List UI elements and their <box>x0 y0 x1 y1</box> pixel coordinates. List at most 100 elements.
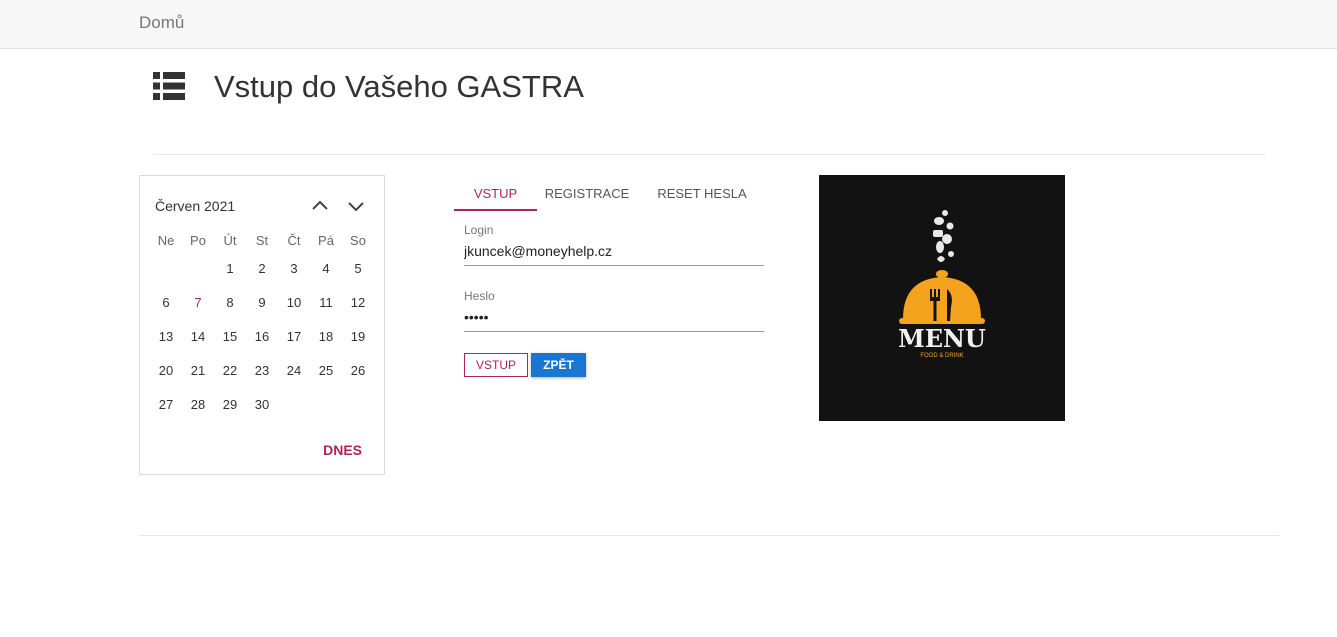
calendar-day-number: 22 <box>222 363 238 378</box>
calendar-day-number: 18 <box>318 329 334 344</box>
calendar-day-number: 5 <box>354 261 362 276</box>
calendar-week-row: 27 28 29 30 <box>150 388 376 422</box>
calendar-day[interactable]: 27 <box>150 390 182 420</box>
calendar-day[interactable]: 25 <box>310 356 342 386</box>
calendar-day[interactable]: 22 <box>214 356 246 386</box>
calendar-day[interactable]: 21 <box>182 356 214 386</box>
password-input[interactable] <box>464 309 764 331</box>
calendar-empty-cell <box>182 254 214 284</box>
calendar-weekday-label: So <box>350 233 366 248</box>
page-title: Vstup do Vašeho GASTRA <box>214 69 584 104</box>
calendar-day-number: 19 <box>350 329 366 344</box>
calendar-day[interactable]: 17 <box>278 322 310 352</box>
calendar-day-number: 3 <box>290 261 298 276</box>
nav-home-link[interactable]: Domů <box>139 13 184 33</box>
calendar-weekday-label: Pá <box>318 233 334 248</box>
auth-tabs: VSTUP REGISTRACE RESET HESLA <box>454 176 767 211</box>
calendar-weekday-label: St <box>255 233 269 248</box>
navbar: Domů <box>0 0 1337 49</box>
calendar-day[interactable]: 3 <box>278 254 310 284</box>
calendar-day-number: 2 <box>258 261 266 276</box>
calendar-day[interactable]: 30 <box>246 390 278 420</box>
calendar-day[interactable]: 16 <box>246 322 278 352</box>
calendar-day-number: 24 <box>286 363 302 378</box>
submit-button[interactable]: VSTUP <box>464 353 528 377</box>
calendar-day-number: 14 <box>190 329 206 344</box>
calendar-day[interactable]: 20 <box>150 356 182 386</box>
calendar-day-number: 17 <box>286 329 302 344</box>
tab-registrace[interactable]: REGISTRACE <box>537 176 637 211</box>
tab-vstup[interactable]: VSTUP <box>454 176 537 211</box>
calendar-day[interactable]: 18 <box>310 322 342 352</box>
calendar-day[interactable]: 10 <box>278 288 310 318</box>
calendar-day[interactable]: 13 <box>150 322 182 352</box>
calendar-day[interactable]: 29 <box>214 390 246 420</box>
calendar-day[interactable]: 2 <box>246 254 278 284</box>
calendar-day-number: 11 <box>319 295 333 310</box>
menu-logo-graphic: MENU FOOD & DRINK <box>898 210 986 359</box>
menu-logo-image: MENU FOOD & DRINK <box>819 175 1065 421</box>
calendar-day-number: 8 <box>226 295 234 310</box>
password-field: Heslo <box>464 289 764 332</box>
chevron-up-icon[interactable] <box>308 194 332 218</box>
calendar-day[interactable]: 8 <box>214 288 246 318</box>
calendar-day[interactable]: 23 <box>246 356 278 386</box>
calendar-day[interactable]: 6 <box>150 288 182 318</box>
calendar-week-row: 20 21 22 23 24 25 26 <box>150 354 376 388</box>
password-label: Heslo <box>464 289 495 303</box>
chevron-down-icon[interactable] <box>344 194 368 218</box>
calendar-empty-cell <box>310 390 342 420</box>
calendar-day-number: 25 <box>318 363 334 378</box>
list-icon <box>153 72 185 100</box>
calendar-day-number: 16 <box>254 329 270 344</box>
calendar-day[interactable]: 12 <box>342 288 374 318</box>
calendar-grid: Ne Po Út St Čt Pá So 1 2 3 4 5 6 7 8 9 10 11 12 13 14 15 16 17 1… <box>150 230 376 422</box>
calendar-empty-cell <box>150 254 182 284</box>
calendar-weekday-label: Po <box>190 233 206 248</box>
calendar-day[interactable]: 15 <box>214 322 246 352</box>
calendar-day[interactable]: 19 <box>342 322 374 352</box>
calendar-day-number: 13 <box>158 329 174 344</box>
calendar-week-row: 13 14 15 16 17 18 19 <box>150 320 376 354</box>
calendar-week-row: 1 2 3 4 5 <box>150 252 376 286</box>
calendar-day-number: 10 <box>286 295 302 310</box>
today-button[interactable]: DNES <box>323 442 362 458</box>
calendar-empty-cell <box>278 390 310 420</box>
login-label: Login <box>464 223 494 237</box>
calendar-day-number: 20 <box>158 363 174 378</box>
calendar-weekday-row: Ne Po Út St Čt Pá So <box>150 230 376 252</box>
calendar-day[interactable]: 9 <box>246 288 278 318</box>
calendar-day[interactable]: 11 <box>310 288 342 318</box>
calendar-day[interactable]: 7 <box>182 288 215 320</box>
calendar-day-number: 27 <box>158 397 174 412</box>
calendar-day-number: 30 <box>254 397 270 412</box>
back-button[interactable]: ZPĚT <box>531 353 586 377</box>
calendar: Červen 2021 Ne Po Út St Čt Pá So 1 2 3 4 5 6 7 8 9 10 11 1… <box>139 175 385 475</box>
calendar-empty-cell <box>342 390 374 420</box>
calendar-day[interactable]: 5 <box>342 254 374 284</box>
calendar-day-number: 6 <box>162 295 170 310</box>
calendar-day[interactable]: 28 <box>182 390 214 420</box>
calendar-weekday-label: Čt <box>287 233 301 248</box>
calendar-day-number: 23 <box>254 363 270 378</box>
calendar-day-number: 29 <box>222 397 238 412</box>
login-input[interactable] <box>464 243 764 265</box>
calendar-week-row: 6 7 8 9 10 11 12 <box>150 286 376 320</box>
calendar-day[interactable]: 1 <box>214 254 246 284</box>
calendar-day-number: 26 <box>350 363 366 378</box>
calendar-day[interactable]: 4 <box>310 254 342 284</box>
divider-bottom <box>139 535 1279 536</box>
calendar-day-number: 12 <box>350 295 366 310</box>
tab-reset-hesla[interactable]: RESET HESLA <box>637 176 767 211</box>
calendar-day[interactable]: 14 <box>182 322 214 352</box>
logo-subtitle: FOOD & DRINK <box>920 353 963 359</box>
login-field: Login <box>464 223 764 266</box>
calendar-weekday-label: Ne <box>157 233 175 248</box>
calendar-day-number: 9 <box>258 295 266 310</box>
calendar-day-number: 21 <box>190 363 206 378</box>
calendar-weekday-label: Út <box>223 233 237 248</box>
calendar-day[interactable]: 26 <box>342 356 374 386</box>
calendar-day[interactable]: 24 <box>278 356 310 386</box>
calendar-day-number: 4 <box>322 261 330 276</box>
logo-title: MENU <box>898 324 986 353</box>
